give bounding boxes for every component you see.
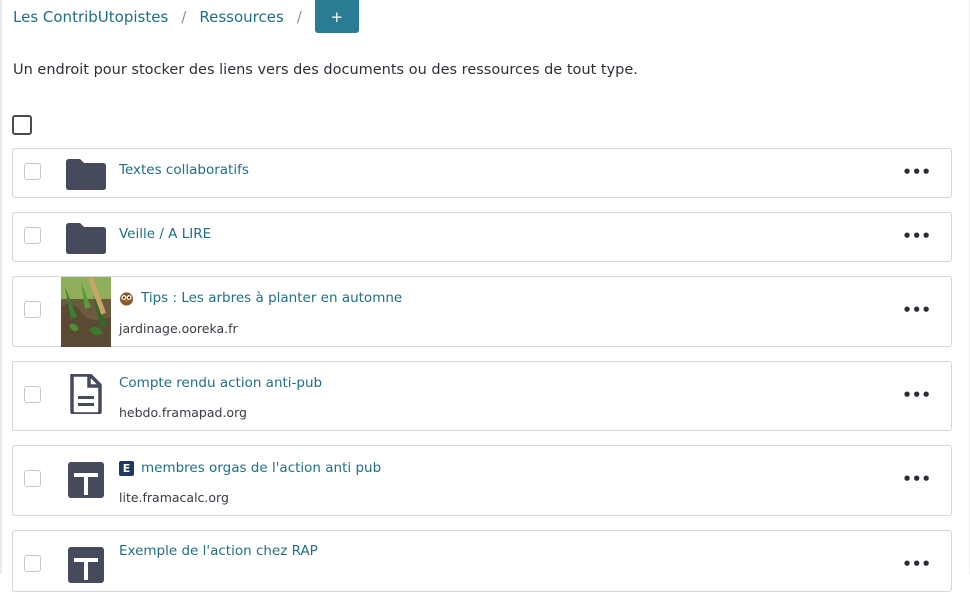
resource-domain: jardinage.ooreka.fr <box>119 321 238 336</box>
row-checkbox[interactable] <box>24 470 41 487</box>
breadcrumb-group-link[interactable]: Les ContribUtopistes <box>13 8 168 26</box>
resource-title-text[interactable]: Textes collaboratifs <box>119 162 249 178</box>
resource-row[interactable]: Tips : Les arbres à planter en automne j… <box>12 276 952 347</box>
row-checkbox[interactable] <box>24 227 41 244</box>
resource-row[interactable]: E membres orgas de l'action anti pub lit… <box>12 445 952 516</box>
page-description: Un endroit pour stocker des liens vers d… <box>13 62 638 78</box>
spreadsheet-icon <box>68 462 104 498</box>
select-all-checkbox[interactable] <box>12 115 32 135</box>
more-options-button[interactable]: ••• <box>902 227 931 245</box>
resource-title[interactable]: Tips : Les arbres à planter en automne <box>119 290 402 306</box>
resource-title-text[interactable]: Compte rendu action anti-pub <box>119 375 322 391</box>
resource-row[interactable]: Compte rendu action anti-pub hebdo.frama… <box>12 361 952 431</box>
resource-title[interactable]: Compte rendu action anti-pub <box>119 375 322 391</box>
add-resource-button[interactable]: + <box>314 0 359 33</box>
resource-title[interactable]: Textes collaboratifs <box>119 162 249 178</box>
row-checkbox[interactable] <box>24 386 41 403</box>
resource-title-text[interactable]: Veille / A LIRE <box>119 226 211 242</box>
garden-thumbnail <box>61 277 111 347</box>
favicon-letter: E <box>122 461 131 475</box>
resource-row[interactable]: Textes collaboratifs ••• <box>12 148 952 198</box>
spreadsheet-icon <box>68 547 104 583</box>
row-checkbox[interactable] <box>24 555 41 572</box>
resource-domain: hebdo.framapad.org <box>119 405 247 420</box>
breadcrumb-separator: / <box>181 7 187 26</box>
resource-title-text[interactable]: Tips : Les arbres à planter en automne <box>141 290 402 306</box>
resource-title[interactable]: Exemple de l'action chez RAP <box>119 543 318 559</box>
more-options-button[interactable]: ••• <box>902 386 931 404</box>
resource-title-text[interactable]: membres orgas de l'action anti pub <box>141 460 381 476</box>
resource-domain: lite.framacalc.org <box>119 490 229 505</box>
resource-row[interactable]: Exemple de l'action chez RAP ••• <box>12 530 952 592</box>
breadcrumb: Les ContribUtopistes / Ressources / + <box>13 0 359 33</box>
more-options-button[interactable]: ••• <box>902 301 931 319</box>
more-options-button[interactable]: ••• <box>902 555 931 573</box>
more-options-button[interactable]: ••• <box>902 470 931 488</box>
folder-icon <box>66 159 106 190</box>
letter-e-icon: E <box>119 460 134 476</box>
resource-title[interactable]: Veille / A LIRE <box>119 226 211 242</box>
more-options-button[interactable]: ••• <box>902 163 931 181</box>
resource-title[interactable]: E membres orgas de l'action anti pub <box>119 460 381 476</box>
row-checkbox[interactable] <box>24 163 41 180</box>
resource-row[interactable]: Veille / A LIRE ••• <box>12 212 952 262</box>
breadcrumb-separator: / <box>296 7 302 26</box>
document-icon <box>70 374 102 414</box>
owl-icon <box>119 291 134 306</box>
breadcrumb-resources-link[interactable]: Ressources <box>199 8 283 26</box>
row-checkbox[interactable] <box>24 301 41 318</box>
resource-title-text[interactable]: Exemple de l'action chez RAP <box>119 543 318 559</box>
folder-icon <box>66 223 106 254</box>
left-border <box>0 0 2 574</box>
